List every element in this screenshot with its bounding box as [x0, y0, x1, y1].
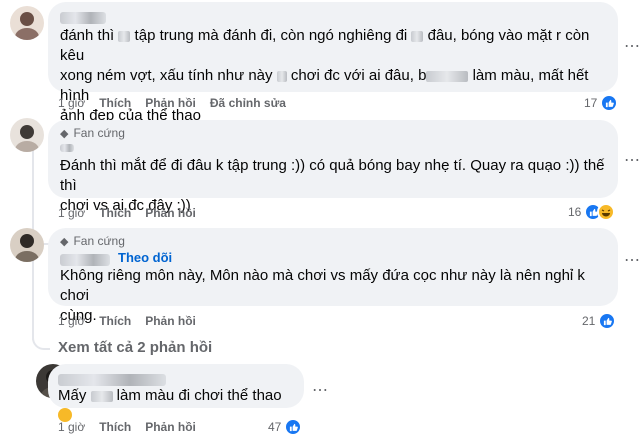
diamond-icon: ◆ [60, 127, 69, 140]
comment-text: đánh thì tập trung mà đánh đi, còn ngó n… [60, 27, 590, 124]
comment-time[interactable]: 1 giờ [58, 420, 85, 434]
haha-icon [597, 203, 616, 221]
like-icon [598, 312, 617, 330]
reply-button[interactable]: Phản hồi [145, 206, 196, 220]
like-button[interactable]: Thích [99, 96, 131, 110]
reply-button[interactable]: Phản hồi [145, 96, 196, 110]
thread-connector [32, 330, 50, 350]
commenter-name[interactable] [60, 254, 110, 266]
like-icon [600, 94, 619, 112]
like-button[interactable]: Thích [99, 420, 131, 434]
reaction-summary[interactable]: 17 [584, 94, 619, 112]
censored-text [276, 70, 287, 82]
reply-button[interactable]: Phản hồi [145, 314, 196, 328]
reaction-count: 47 [268, 420, 282, 434]
comment-bubble: ◆ Fan cứng Theo dõi Không riêng môn này,… [48, 228, 618, 324]
see-all-replies-link[interactable]: Xem tất cả 2 phản hồi [58, 339, 212, 356]
comment-bubble: đánh thì tập trung mà đánh đi, còn ngó n… [48, 2, 618, 124]
reply-button[interactable]: Phản hồi [145, 420, 196, 434]
more-options-icon[interactable]: ⋯ [624, 150, 640, 170]
censored-text [426, 70, 469, 82]
diamond-icon: ◆ [60, 235, 69, 248]
comment-actions: 1 giờ Thích Phản hồi [58, 420, 196, 434]
comment-bubble: ◆ Fan cứng Đánh thì mắt để đi đâu k tập … [48, 120, 618, 214]
like-button[interactable]: Thích [99, 206, 131, 220]
follow-button[interactable]: Theo dõi [118, 250, 172, 265]
fan-badge: ◆ Fan cứng [60, 234, 125, 248]
comment-bubble: Mấy làm màu đi chơi thể thao [48, 364, 304, 422]
reaction-count: 21 [582, 314, 596, 328]
avatar[interactable] [10, 228, 44, 262]
comment-actions: 1 giờ Thích Phản hồi [58, 206, 196, 220]
more-options-icon[interactable]: ⋯ [624, 36, 640, 56]
more-options-icon[interactable]: ⋯ [312, 380, 329, 400]
comment-time[interactable]: 1 giờ [58, 314, 85, 328]
reaction-summary[interactable]: 21 [582, 312, 617, 330]
avatar[interactable] [10, 6, 44, 40]
reaction-summary[interactable]: 47 [268, 418, 303, 436]
avatar[interactable] [10, 118, 44, 152]
reaction-count: 16 [568, 205, 582, 219]
comment-time[interactable]: 1 giờ [58, 96, 85, 110]
censored-text [90, 390, 113, 402]
censored-text [118, 30, 131, 42]
like-button[interactable]: Thích [99, 314, 131, 328]
comment-time[interactable]: 1 giờ [58, 206, 85, 220]
commenter-name[interactable] [60, 144, 74, 152]
reaction-count: 17 [584, 96, 598, 110]
edited-label: Đã chỉnh sửa [209, 96, 286, 110]
comment-actions: 1 giờ Thích Phản hồi [58, 314, 196, 328]
fan-badge: ◆ Fan cứng [60, 126, 125, 140]
reaction-summary[interactable]: 16 [568, 203, 616, 221]
comment-actions: 1 giờ Thích Phản hồi Đã chỉnh sửa [58, 96, 286, 110]
censored-text [411, 30, 424, 42]
more-options-icon[interactable]: ⋯ [624, 250, 640, 270]
commenter-name[interactable] [58, 374, 166, 386]
like-icon [284, 418, 303, 436]
commenter-name[interactable] [60, 12, 106, 24]
